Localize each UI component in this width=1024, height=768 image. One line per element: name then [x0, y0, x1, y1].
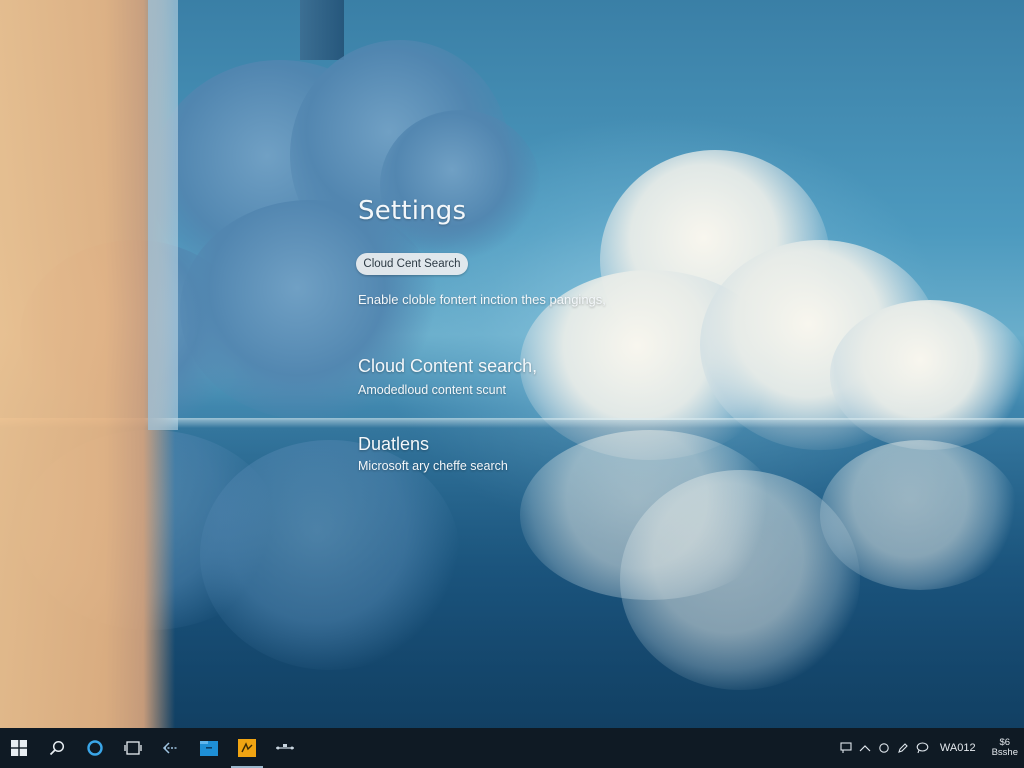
light-cloud-reflection — [820, 440, 1020, 590]
clock-time[interactable]: WA012 — [940, 742, 976, 754]
chat-icon — [840, 742, 852, 753]
clock-date[interactable]: $6 Bsshe — [992, 738, 1018, 758]
task-view-icon — [124, 741, 142, 755]
chat-tray-button[interactable] — [837, 728, 856, 768]
clock-date-line-2: Bsshe — [991, 747, 1018, 758]
search-button[interactable] — [38, 728, 76, 768]
window-frame — [148, 0, 178, 430]
system-tray: WA012 $6 Bsshe — [837, 728, 1024, 768]
section-subtitle-duatlens: Microsoft ary cheffe search — [358, 459, 508, 473]
section-title-duatlens[interactable]: Duatlens — [358, 434, 429, 455]
dark-cloud-reflection — [200, 440, 460, 670]
taskbar: WA012 $6 Bsshe — [0, 728, 1024, 768]
dark-cloud-part — [380, 110, 540, 260]
cloud-content-search-button[interactable]: Cloud Cent Search — [356, 253, 468, 275]
speech-tray-button[interactable] — [913, 728, 932, 768]
yellow-app-icon — [238, 739, 256, 757]
task-view-button[interactable] — [114, 728, 152, 768]
file-explorer-button[interactable] — [190, 728, 228, 768]
pen-icon — [898, 743, 909, 753]
network-button[interactable] — [266, 728, 304, 768]
network-icon — [276, 744, 294, 750]
back-button[interactable] — [152, 728, 190, 768]
search-icon — [49, 740, 65, 756]
windows-logo-icon — [11, 740, 27, 756]
pen-tray-button[interactable] — [894, 728, 913, 768]
folder-icon — [200, 741, 218, 756]
show-hidden-icons-button[interactable] — [856, 728, 875, 768]
section-subtitle-cloud-content-search: Amodedloud content scunt — [358, 383, 507, 397]
speech-icon — [916, 742, 929, 754]
settings-description: Enable cloble fontert inction thes pangi… — [358, 292, 606, 307]
back-arrow-icon — [162, 742, 178, 754]
circle-icon — [879, 743, 890, 753]
section-title-cloud-content-search[interactable]: Cloud Content search, — [358, 356, 537, 377]
chevron-up-icon — [859, 745, 871, 752]
cortana-button[interactable] — [76, 728, 114, 768]
yellow-app-button[interactable] — [228, 728, 266, 768]
start-button[interactable] — [0, 728, 38, 768]
settings-title: Settings — [358, 196, 467, 226]
cortana-ring-icon — [87, 740, 103, 756]
circle-tray-button[interactable] — [875, 728, 894, 768]
wallpaper-pillar — [300, 0, 344, 60]
